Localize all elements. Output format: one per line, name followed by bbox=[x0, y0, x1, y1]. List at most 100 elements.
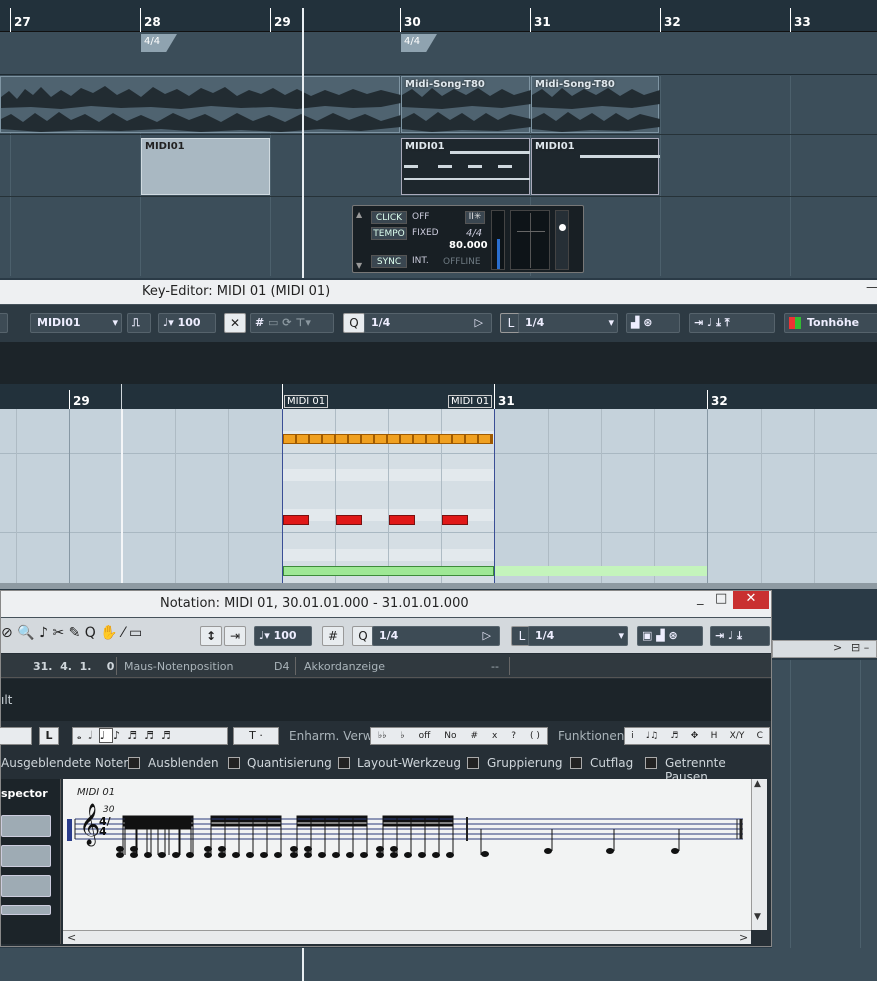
midi-part-selected[interactable]: MIDI01 bbox=[401, 138, 530, 195]
zoom-icon[interactable]: ⊟ – bbox=[851, 641, 869, 654]
ruler-bar-33: 33 bbox=[794, 15, 811, 29]
horizontal-scrollbar[interactable]: < > bbox=[63, 930, 751, 944]
velocity-field[interactable]: ♩▾ 100 bbox=[254, 626, 312, 646]
checkbox[interactable] bbox=[645, 757, 657, 769]
key-editor-ruler[interactable]: 29 MIDI 01 MIDI 01 31 32 bbox=[0, 384, 877, 409]
midi-part[interactable]: MIDI01 bbox=[141, 138, 270, 195]
volume-slider[interactable] bbox=[555, 210, 569, 270]
toolbar-button[interactable] bbox=[0, 727, 32, 745]
midi-input-icons[interactable]: ▟ ⊛ bbox=[626, 313, 680, 333]
part-start-line bbox=[282, 384, 283, 409]
checkbox[interactable] bbox=[467, 757, 479, 769]
note-color-select[interactable]: Tonhöhe bbox=[784, 313, 877, 333]
snap-buttons[interactable]: # ▭ ⟳ ⊤▾ bbox=[250, 313, 334, 333]
note[interactable] bbox=[283, 515, 309, 525]
audio-event[interactable] bbox=[0, 76, 401, 133]
scroll-left-icon[interactable]: < bbox=[67, 931, 76, 944]
signature-track[interactable] bbox=[0, 32, 877, 75]
inspector-section[interactable] bbox=[1, 815, 51, 837]
precount-icon[interactable]: II✳ bbox=[465, 211, 485, 224]
autoscroll-icon[interactable]: ↕ bbox=[200, 626, 222, 646]
vertical-scrollbar[interactable]: ▲ ▼ bbox=[751, 779, 767, 930]
enharmonic-btn[interactable]: x bbox=[492, 728, 497, 744]
step-input-icon[interactable]: ⎍ bbox=[127, 313, 151, 333]
velocity-field[interactable]: ♩▾ 100 bbox=[158, 313, 216, 333]
click-button[interactable]: CLICK bbox=[371, 211, 407, 224]
checkbox[interactable] bbox=[338, 757, 350, 769]
horizontal-scrollbar[interactable]: > ⊟ – bbox=[772, 640, 877, 658]
enharmonic-btn[interactable]: ♭♭ bbox=[378, 728, 387, 744]
step-record-icons[interactable]: ⇥ ♩ ⤓ bbox=[710, 626, 770, 646]
midi-part[interactable]: MIDI01 bbox=[531, 138, 660, 195]
enharmonic-btn[interactable]: ♭ bbox=[400, 728, 404, 744]
notation-titlebar[interactable]: Notation: MIDI 01, 30.01.01.000 - 31.01.… bbox=[1, 591, 771, 617]
octave-line bbox=[0, 453, 877, 454]
dot-buttons[interactable]: T · bbox=[233, 727, 279, 745]
ruler-tick bbox=[790, 8, 791, 32]
enharmonic-btn[interactable]: ? bbox=[511, 728, 516, 744]
scroll-right-icon[interactable]: > bbox=[739, 931, 748, 944]
project-ruler[interactable]: 27 28 29 30 31 32 33 bbox=[0, 0, 877, 32]
scroll-right-icon[interactable]: > bbox=[833, 641, 842, 654]
inspector-section[interactable] bbox=[1, 845, 51, 867]
function-btn[interactable]: ♩♫ bbox=[646, 728, 658, 744]
enharmonic-btn[interactable]: # bbox=[471, 728, 479, 744]
mute-icon[interactable]: ✕ bbox=[224, 313, 246, 333]
score-area[interactable]: MIDI 01 30 𝄞 4/4 bbox=[63, 779, 751, 930]
quantize-select[interactable]: 1/4 ▷ bbox=[372, 626, 500, 646]
function-btn[interactable]: C bbox=[757, 728, 763, 744]
quantize-select[interactable]: 1/4 ▷ bbox=[364, 313, 492, 333]
key-editor-titlebar[interactable]: Key-Editor: MIDI 01 (MIDI 01) — bbox=[0, 280, 877, 304]
tempo-button[interactable]: TEMPO bbox=[371, 227, 407, 240]
enharmonic-btn[interactable]: off bbox=[419, 728, 431, 744]
checkbox[interactable] bbox=[570, 757, 582, 769]
checkbox[interactable] bbox=[128, 757, 140, 769]
scroll-up-icon[interactable]: ▲ bbox=[754, 779, 761, 789]
quantize-label: Q bbox=[343, 313, 365, 333]
function-btn[interactable]: ♬ bbox=[670, 728, 678, 744]
maximize-icon[interactable]: □ bbox=[715, 591, 727, 606]
length-select[interactable]: 1/4 ▾ bbox=[528, 626, 628, 646]
function-btn[interactable]: H bbox=[711, 728, 718, 744]
part-select[interactable]: MIDI01 ▾ bbox=[30, 313, 122, 333]
collapse-up-icon[interactable]: ▲ bbox=[356, 210, 362, 219]
length-select[interactable]: 1/4 ▾ bbox=[518, 313, 618, 333]
checkbox[interactable] bbox=[228, 757, 240, 769]
close-icon[interactable]: ✕ bbox=[733, 591, 769, 609]
inspector-section[interactable] bbox=[1, 875, 51, 897]
playback-cursor[interactable] bbox=[302, 8, 304, 278]
tool-icons[interactable]: ⊘ 🔍 ♪ ✂ ✎ Q ✋ ⁄ ▭ bbox=[1, 625, 142, 641]
audio-event[interactable]: Midi-Song-T80 bbox=[401, 76, 531, 133]
event-name: Midi-Song-T80 bbox=[405, 79, 485, 90]
scroll-down-icon[interactable]: ▼ bbox=[754, 912, 761, 922]
note-grid[interactable] bbox=[0, 409, 877, 585]
l-button[interactable]: L bbox=[39, 727, 59, 745]
insert-icon[interactable]: ⇥ bbox=[224, 626, 246, 646]
note[interactable] bbox=[389, 515, 415, 525]
step-record-icons[interactable]: ⇥ ♩ ⤓ ⤒ bbox=[689, 313, 775, 333]
note[interactable] bbox=[283, 566, 494, 576]
splitter[interactable] bbox=[0, 583, 877, 589]
function-btn[interactable]: ✥ bbox=[691, 728, 699, 744]
enharmonic-btn[interactable]: ( ) bbox=[530, 728, 540, 744]
function-btn[interactable]: X/Y bbox=[730, 728, 745, 744]
function-btn[interactable]: i bbox=[631, 728, 634, 744]
toolbar-button[interactable] bbox=[0, 313, 8, 333]
slider-knob[interactable] bbox=[559, 224, 566, 231]
minimize-icon[interactable]: — bbox=[866, 280, 877, 295]
note-value-buttons[interactable]: 𝅝𝅗𝅥♩♪♬♬♬ bbox=[72, 727, 228, 745]
note-run-orange[interactable] bbox=[283, 434, 493, 444]
enharmonic-btn[interactable]: No bbox=[444, 728, 456, 744]
minimize-icon[interactable]: _ bbox=[697, 591, 704, 606]
note[interactable] bbox=[336, 515, 362, 525]
inspector-label: spector bbox=[1, 787, 48, 800]
sync-button[interactable]: SYNC bbox=[371, 255, 407, 268]
enharmonic-buttons: ♭♭ ♭ off No # x?( ) bbox=[370, 727, 548, 745]
midi-input-icons[interactable]: ▣ ▟ ⊛ bbox=[637, 626, 703, 646]
collapse-down-icon[interactable]: ▼ bbox=[356, 261, 362, 270]
note[interactable] bbox=[442, 515, 468, 525]
track-divider bbox=[0, 196, 877, 197]
grid-icon[interactable]: # bbox=[322, 626, 344, 646]
inspector-section[interactable] bbox=[1, 905, 51, 915]
audio-event[interactable]: Midi-Song-T80 bbox=[531, 76, 660, 133]
